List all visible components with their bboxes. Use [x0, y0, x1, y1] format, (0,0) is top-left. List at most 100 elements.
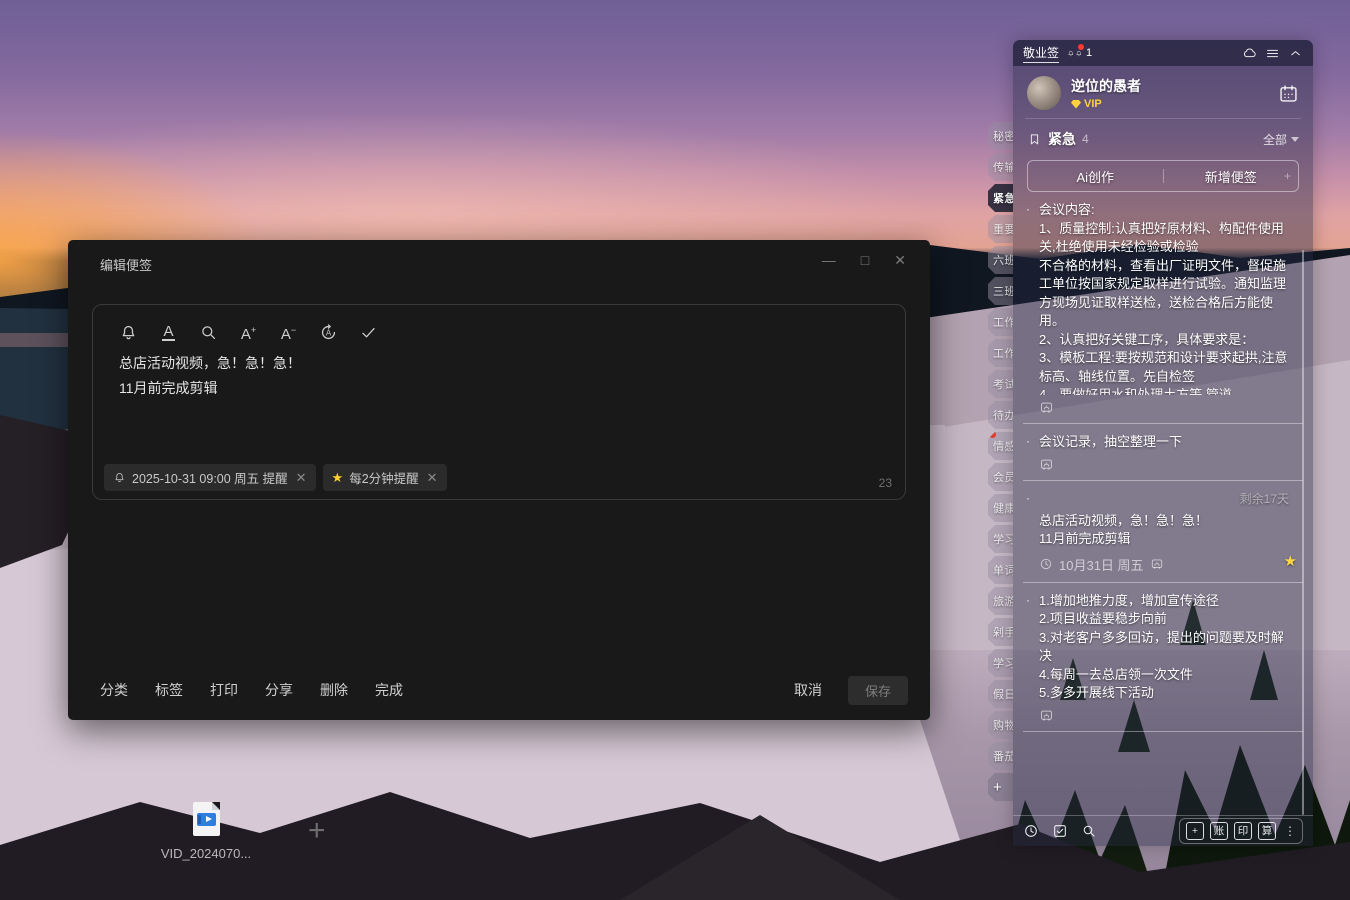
repeat-reminder-chip[interactable]: ★ 每2分钟提醒 ✕ [322, 464, 447, 491]
share-button[interactable]: 分享 [265, 680, 293, 700]
note-text-line: 关,杜绝使用未经检验或检验 [1039, 239, 1199, 254]
panel-toolbar: + 账印算 ⋮ [1013, 815, 1313, 846]
category-tab-假日[interactable]: 假日 [988, 680, 1013, 708]
category-tab-学习[interactable]: 学习 [988, 525, 1013, 553]
note-text-line: 2.项目收益要稳步向前 [1039, 611, 1167, 626]
tab-label: 单词 [993, 565, 1013, 577]
note-text-line: 会议内容: [1039, 202, 1095, 217]
note-content[interactable]: 总店活动视频，急！急！急！ 11月前完成剪辑 [93, 342, 905, 401]
close-button[interactable]: ✕ [894, 251, 906, 269]
note-item[interactable]: · 1.增加地推力度，增加宣传途径 2.项目收益要稳步向前 3.对老客户多多回访，提出… [1023, 583, 1303, 732]
category-tab-紧急[interactable]: 紧急 [988, 184, 1013, 212]
complete-button[interactable]: 完成 [375, 680, 403, 700]
classify-button[interactable]: 分类 [100, 680, 128, 700]
read-aloud-icon[interactable]: A [319, 323, 338, 342]
category-tab-会员[interactable]: 会员 [988, 463, 1013, 491]
tab-label: 学习 [993, 658, 1013, 670]
add-attachment-button[interactable]: + [308, 816, 326, 846]
svg-text:A: A [326, 328, 332, 337]
remaining-days-label: 剩余17天 [1239, 491, 1289, 506]
category-tab-购物[interactable]: 购物 [988, 711, 1013, 739]
category-tab-三班[interactable]: 三班 [988, 277, 1013, 305]
category-tab-旅游[interactable]: 旅游 [988, 587, 1013, 615]
minimize-button[interactable]: — [822, 251, 836, 269]
menu-icon[interactable] [1265, 46, 1280, 61]
note-item[interactable]: 剩余17天 · 总店活动视频，急！急！急！ 11月前完成剪辑 10月31日 周五 ★ [1023, 481, 1303, 583]
category-tab-重要[interactable]: 重要 [988, 215, 1013, 243]
calendar-icon[interactable] [1278, 83, 1299, 104]
collapse-icon[interactable] [1288, 46, 1303, 61]
delete-button[interactable]: 删除 [320, 680, 348, 700]
alarm-bell-icon[interactable] [119, 323, 138, 342]
tab-label: 假日 [993, 689, 1013, 701]
note-bullet: · [1026, 592, 1030, 607]
user-info: 逆位的愚者 VIP [1071, 76, 1268, 110]
note-text-line: 总店活动视频，急！急！急！ [1039, 512, 1209, 528]
notification-bell-icon[interactable] [1067, 43, 1085, 61]
cloud-sync-icon[interactable] [1242, 46, 1257, 61]
calculator-button[interactable]: 算 [1258, 822, 1276, 840]
vip-gem-icon [1071, 99, 1081, 109]
tab-label: 旅游 [993, 596, 1013, 608]
attachment-area: VID_2024070... + [160, 802, 326, 861]
tab-label: 学习 [993, 534, 1013, 546]
reminder-chips: 2025-10-31 09:00 周五 提醒 ✕ ★ 每2分钟提醒 ✕ [104, 464, 447, 491]
category-tab-六班[interactable]: 六班 [988, 246, 1013, 274]
add-category-tab[interactable]: + [988, 773, 1013, 801]
remove-chip-icon[interactable]: ✕ [427, 470, 438, 486]
note-editor[interactable]: A A+ A− A 总店活动视频，急！急！急！ 11月前完成剪辑 2025-10-31 … [92, 304, 906, 500]
tab-label: 考试 [993, 379, 1013, 391]
category-tab-剁手[interactable]: 剁手 [988, 618, 1013, 646]
attachment-video[interactable]: VID_2024070... [160, 802, 252, 861]
font-decrease-icon[interactable]: A− [279, 323, 298, 342]
scrollbar[interactable] [1302, 250, 1304, 815]
category-tab-工作[interactable]: 工作 [988, 308, 1013, 336]
print-button[interactable]: 打印 [210, 680, 238, 700]
quick-pin-icon[interactable]: + [1284, 169, 1291, 183]
search-icon[interactable] [199, 323, 218, 342]
footer-actions: 分类 标签 打印 分享 删除 完成 [100, 680, 403, 700]
edit-note-dialog: 编辑便签 — □ ✕ A A+ A− A 总店活动视频，急！急！急！ 11月前完成剪辑 … [68, 240, 930, 861]
category-tab-工作[interactable]: 工作 [988, 339, 1013, 367]
print-button[interactable]: 印 [1234, 822, 1252, 840]
account-book-button[interactable]: 账 [1210, 822, 1228, 840]
category-tab-传输[interactable]: 传输 [988, 153, 1013, 181]
todo-checkbox-icon[interactable] [1052, 823, 1068, 839]
quick-new-note-button[interactable]: + [1186, 822, 1204, 840]
timeline-clock-icon[interactable] [1023, 823, 1039, 839]
editor-text-line: 11月前完成剪辑 [119, 380, 218, 396]
category-tab-健康[interactable]: 健康 [988, 494, 1013, 522]
reminder-alarm-icon [1039, 457, 1054, 472]
note-item[interactable]: · 会议内容: 1、质量控制:认真把好原材料、构配件使用 关,杜绝使用未经检验或检验不… [1023, 192, 1303, 424]
maximize-button[interactable]: □ [861, 251, 869, 269]
ai-create-button[interactable]: Ai创作 [1028, 167, 1163, 186]
category-tab-单词[interactable]: 单词 [988, 556, 1013, 584]
category-tab-考试[interactable]: 考试 [988, 370, 1013, 398]
reminder-time-chip[interactable]: 2025-10-31 09:00 周五 提醒 ✕ [104, 464, 316, 491]
font-increase-icon[interactable]: A+ [239, 323, 258, 342]
category-tab-秘密[interactable]: 秘密 [988, 122, 1013, 150]
font-color-icon[interactable]: A [159, 323, 178, 342]
save-button[interactable]: 保存 [848, 675, 908, 705]
more-options-icon[interactable]: ⋮ [1284, 824, 1296, 838]
category-tab-学习[interactable]: 学习 [988, 649, 1013, 677]
app-title[interactable]: 敬业签 [1023, 44, 1060, 63]
note-alarm-row [1039, 457, 1289, 472]
dialog-footer: 分类 标签 打印 分享 删除 完成 取消 保存 [100, 675, 908, 705]
tab-label: 购物 [993, 720, 1013, 732]
note-text-line: 会议记录，抽空整理一下 [1039, 434, 1183, 449]
avatar[interactable] [1027, 76, 1061, 110]
search-icon[interactable] [1081, 823, 1097, 839]
tag-button[interactable]: 标签 [155, 680, 183, 700]
confirm-check-icon[interactable] [359, 323, 378, 342]
note-text-line: 决 [1039, 648, 1053, 663]
note-item[interactable]: · 会议记录，抽空整理一下 [1023, 424, 1303, 481]
new-note-button[interactable]: 新增便签 [1164, 167, 1299, 186]
category-name[interactable]: 紧急 [1048, 129, 1076, 149]
remove-chip-icon[interactable]: ✕ [296, 470, 307, 486]
category-tab-待办[interactable]: 待办 [988, 401, 1013, 429]
cancel-button[interactable]: 取消 [794, 680, 822, 700]
category-tab-番茄[interactable]: 番茄 [988, 742, 1013, 770]
filter-dropdown[interactable]: 全部 [1263, 131, 1299, 148]
category-tab-情感[interactable]: 情感 [988, 432, 1013, 460]
